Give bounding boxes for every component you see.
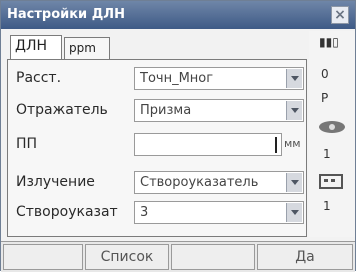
emission-label: Излучение — [16, 174, 95, 190]
softkey-bar: Список Да — [1, 241, 355, 272]
softkey-1[interactable] — [3, 244, 83, 270]
guide-light-label: Створоуказат — [16, 204, 118, 220]
guide-light-value: 3 — [140, 205, 149, 220]
emission-value: Створоуказатель — [140, 175, 259, 190]
prism-constant-unit: мм — [284, 137, 301, 150]
list-button[interactable]: Список — [85, 244, 169, 270]
row-emission: Излучение Створоуказатель — [8, 170, 308, 196]
distance-mode-value: Точн_Мног — [140, 71, 214, 86]
indicator-prism: P — [321, 91, 329, 105]
distance-mode-label: Расст. — [16, 70, 62, 86]
emission-select[interactable]: Створоуказатель — [134, 171, 304, 194]
reflector-select[interactable]: Призма — [134, 99, 304, 122]
text-caret — [275, 137, 277, 153]
keyboard-icon — [319, 174, 343, 189]
prism-constant-input[interactable] — [134, 133, 282, 156]
indicator-zero: 0 — [321, 67, 329, 81]
battery-icon: ▮▮▯ — [319, 35, 339, 49]
tab-dln[interactable]: ДЛН — [10, 35, 62, 59]
chevron-down-icon[interactable] — [286, 101, 302, 120]
settings-dialog: Настройки ДЛН × ДЛН ppm Расст. Точн_Мног… — [0, 0, 356, 272]
row-guide-light: Створоуказат 3 — [8, 200, 308, 226]
softkey-3[interactable] — [171, 244, 255, 270]
title-bar: Настройки ДЛН × — [1, 1, 355, 29]
chevron-down-icon[interactable] — [286, 203, 302, 222]
dialog-title: Настройки ДЛН — [7, 7, 125, 22]
indicator-face: 1 — [323, 199, 331, 213]
ok-button[interactable]: Да — [257, 244, 353, 270]
settings-panel: Расст. Точн_Мног Отражатель Призма ПП мм… — [7, 59, 307, 237]
tab-ppm[interactable]: ppm — [64, 37, 110, 59]
reflector-value: Призма — [140, 103, 192, 118]
indicator-level: 1 — [323, 147, 331, 161]
chevron-down-icon[interactable] — [286, 69, 302, 88]
row-prism-constant: ПП мм — [8, 132, 308, 158]
eye-icon — [319, 121, 345, 133]
status-sidebar: ▮▮▯ 0 P 1 1 — [309, 31, 355, 237]
distance-mode-select[interactable]: Точн_Мног — [134, 67, 304, 90]
reflector-label: Отражатель — [16, 102, 108, 118]
chevron-down-icon[interactable] — [286, 173, 302, 192]
row-distance-mode: Расст. Точн_Мног — [8, 66, 308, 92]
row-reflector: Отражатель Призма — [8, 98, 308, 124]
guide-light-select[interactable]: 3 — [134, 201, 304, 224]
prism-constant-label: ПП — [16, 136, 38, 152]
close-icon[interactable]: × — [331, 6, 349, 24]
